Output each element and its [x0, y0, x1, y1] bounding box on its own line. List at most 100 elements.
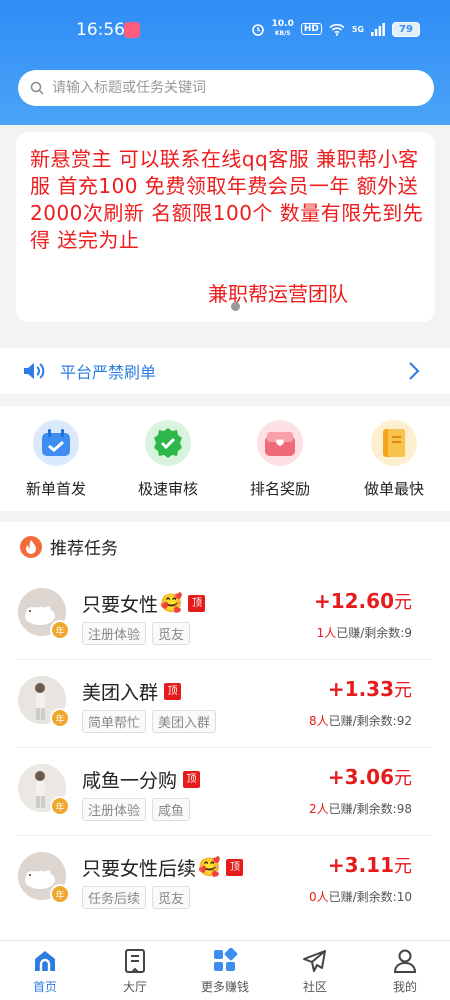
- carousel-indicator: [231, 302, 240, 311]
- task-stats: 2人已赚/剩余数:98: [309, 800, 412, 817]
- task-item[interactable]: 年 只要女性后续 🥰 顶 任务后续 觅友 +3.11元 0人已赚/剩余数:10: [0, 836, 450, 924]
- tab-label: 首页: [32, 980, 57, 994]
- task-tag: 咸鱼: [152, 798, 191, 821]
- vip-badge: 年: [50, 620, 70, 640]
- tab-community[interactable]: 社区: [270, 947, 360, 995]
- task-item[interactable]: 年 美团入群 顶 简单帮忙 美团入群 +1.33元 8人已赚/剩余数:92: [0, 660, 450, 748]
- quick-item-fast-review[interactable]: 极速审核: [112, 420, 224, 499]
- earned-count: 0人: [309, 890, 329, 904]
- remaining-count: 已赚/剩余数:9: [336, 626, 412, 640]
- task-reward: +1.33元: [328, 676, 412, 702]
- task-stats: 1人已赚/剩余数:9: [317, 624, 412, 641]
- hall-icon: [121, 947, 149, 975]
- task-reward: +3.11元: [328, 852, 412, 878]
- top-tag: 顶: [188, 595, 206, 612]
- wifi-icon: [329, 23, 345, 36]
- task-tag: 简单帮忙: [82, 710, 147, 733]
- earned-count: 8人: [309, 714, 329, 728]
- signal-label: 5G: [351, 24, 364, 34]
- emoji-icon: 🥰: [160, 593, 183, 614]
- announcement-label: 平台严禁刷单: [60, 363, 157, 382]
- search-icon: [30, 81, 44, 95]
- quick-label: 排名奖励: [249, 480, 310, 498]
- reward-amount: +3.11: [327, 853, 394, 877]
- header: 16:56 10.0 KB/S HD 5G 79: [0, 0, 450, 125]
- search-input[interactable]: [52, 80, 392, 96]
- task-title-text: 只要女性后续: [82, 858, 197, 880]
- earned-count: 2人: [309, 802, 329, 816]
- hd-badge: HD: [300, 23, 322, 35]
- tab-label: 我的: [392, 980, 417, 994]
- quick-item-rank-reward[interactable]: 排名奖励: [224, 420, 336, 499]
- reward-unit: 元: [394, 856, 412, 877]
- tab-home[interactable]: 首页: [0, 947, 90, 995]
- check-badge-icon: [145, 420, 191, 466]
- status-bar: 16:56 10.0 KB/S HD 5G 79: [0, 18, 450, 44]
- alarm-icon: [251, 24, 264, 36]
- remaining-count: 已赚/剩余数:92: [328, 714, 412, 728]
- quick-item-fastest[interactable]: 做单最快: [338, 420, 450, 499]
- announcement-bar[interactable]: 平台严禁刷单: [0, 348, 450, 394]
- signal-icon: [371, 22, 385, 36]
- remaining-count: 已赚/剩余数:10: [328, 890, 412, 904]
- status-time: 16:56: [76, 20, 125, 40]
- task-tags: 简单帮忙 美团入群: [82, 710, 217, 733]
- task-tag: 任务后续: [82, 886, 147, 909]
- book-icon: [371, 420, 417, 466]
- task-title-text: 美团入群: [82, 682, 159, 704]
- quick-label: 新单首发: [25, 480, 86, 498]
- chevron-right-icon[interactable]: [408, 361, 420, 381]
- send-icon: [301, 947, 329, 975]
- task-title: 只要女性 🥰 顶: [82, 590, 206, 617]
- task-item[interactable]: 年 只要女性 🥰 顶 注册体验 觅友 +12.60元 1人已赚/剩余数:9: [0, 572, 450, 660]
- reward-amount: +3.06: [327, 765, 394, 789]
- notice-banner[interactable]: 新悬赏主 可以联系在线qq客服 兼职帮小客服 首充100 免费领取年费会员一年 …: [16, 132, 435, 322]
- quick-item-new-orders[interactable]: 新单首发: [0, 420, 112, 499]
- task-tag: 觅友: [152, 886, 191, 909]
- quick-label: 做单最快: [363, 480, 424, 498]
- speaker-icon: [24, 363, 45, 379]
- vip-badge: 年: [50, 708, 70, 728]
- tasks-title: 推荐任务: [50, 539, 118, 559]
- vip-badge: 年: [50, 884, 70, 904]
- apps-icon: [211, 947, 239, 975]
- notification-app-icon: [124, 22, 140, 38]
- notice-signature: 兼职帮运营团队: [208, 282, 348, 306]
- earned-count: 1人: [316, 626, 337, 640]
- reward-unit: 元: [394, 680, 412, 701]
- reward-amount: +1.33: [327, 677, 394, 701]
- top-tag: 顶: [164, 683, 182, 700]
- task-tag: 注册体验: [82, 798, 147, 821]
- quick-label: 极速审核: [137, 480, 198, 498]
- task-tag: 美团入群: [152, 710, 217, 733]
- top-tag: 顶: [183, 771, 201, 788]
- task-title: 咸鱼一分购 顶: [82, 766, 201, 793]
- notice-text: 新悬赏主 可以联系在线qq客服 兼职帮小客服 首充100 免费领取年费会员一年 …: [30, 147, 424, 252]
- battery-icon: 79: [392, 21, 420, 37]
- task-stats: 8人已赚/剩余数:92: [309, 712, 412, 729]
- tab-more-earning[interactable]: 更多赚钱: [180, 947, 270, 995]
- home-icon: [31, 947, 59, 975]
- search-bar[interactable]: [18, 70, 434, 106]
- net-speed-unit: KB/S: [274, 30, 291, 37]
- task-tag: 注册体验: [82, 622, 147, 645]
- task-tags: 注册体验 咸鱼: [82, 798, 191, 821]
- task-item[interactable]: 年 咸鱼一分购 顶 注册体验 咸鱼 +3.06元 2人已赚/剩余数:98: [0, 748, 450, 836]
- calendar-icon: [33, 420, 79, 466]
- task-reward: +3.06元: [328, 764, 412, 790]
- task-title-text: 只要女性: [82, 594, 159, 616]
- reward-unit: 元: [394, 592, 412, 613]
- tab-profile[interactable]: 我的: [360, 947, 450, 995]
- bottom-tab-bar: 首页 大厅 更多赚钱 社区 我的: [0, 940, 450, 1000]
- vip-badge: 年: [50, 796, 70, 816]
- fire-icon: [20, 535, 42, 558]
- recommended-tasks: 推荐任务 年 只要女性 🥰 顶 注册体验 觅友 +12.60元 1人已赚/剩余数…: [0, 522, 450, 940]
- net-speed: 10.0 KB/S: [272, 20, 294, 38]
- user-icon: [391, 947, 419, 975]
- remaining-count: 已赚/剩余数:98: [328, 802, 412, 816]
- reward-amount: +12.60: [313, 589, 394, 613]
- gift-box-icon: [257, 420, 303, 466]
- tab-hall[interactable]: 大厅: [90, 947, 180, 995]
- task-title-text: 咸鱼一分购: [82, 770, 178, 792]
- reward-unit: 元: [394, 768, 412, 789]
